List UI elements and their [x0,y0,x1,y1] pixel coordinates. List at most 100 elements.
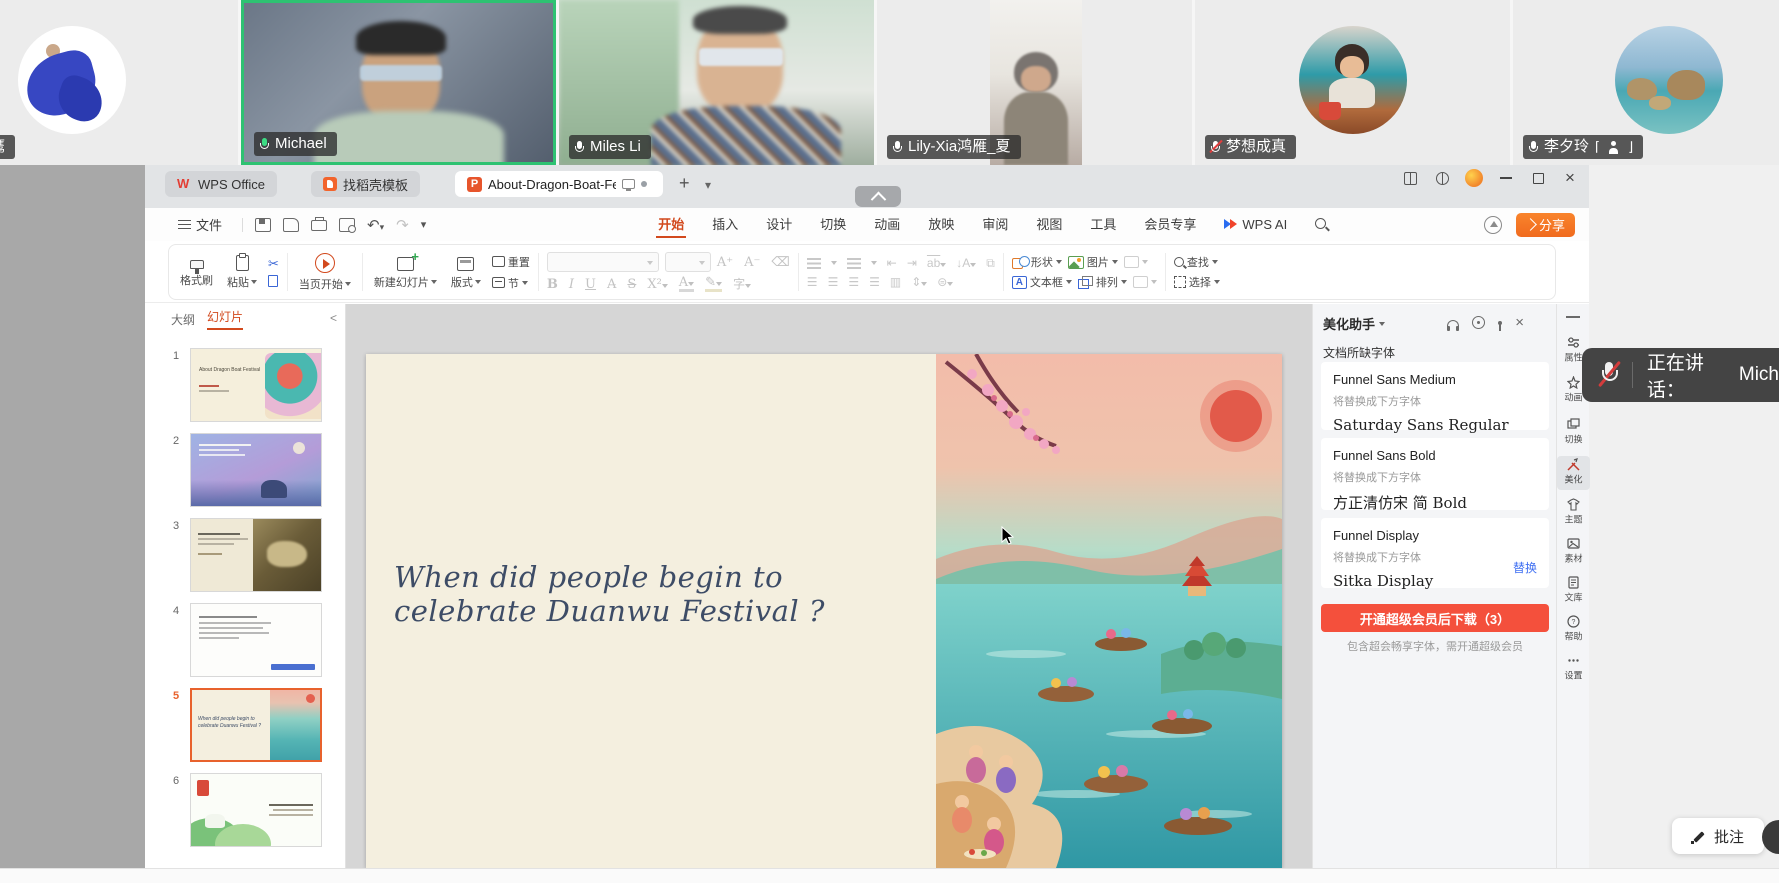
sidebar-item-settings[interactable]: 设置 [1557,652,1590,682]
settings-gear-icon[interactable] [1472,316,1485,329]
tab-view[interactable]: 视图 [1022,208,1076,241]
layout-button[interactable]: 版式 [448,254,484,290]
tab-tools[interactable]: 工具 [1076,208,1130,241]
copy-button[interactable] [268,275,278,287]
strikethrough-button[interactable]: S [627,278,636,291]
tab-transition[interactable]: 切换 [806,208,860,241]
slide-title-text[interactable]: When did people begin to celebrate Duanw… [394,560,874,628]
tab-slides[interactable]: 幻灯片 [207,308,243,330]
tab-review[interactable]: 审阅 [968,208,1022,241]
account-avatar[interactable] [1465,169,1483,187]
tab-design[interactable]: 设计 [752,208,806,241]
share-button[interactable]: 分享 [1516,213,1575,237]
collapse-sidebar-icon[interactable] [1566,316,1580,318]
collapse-panel-button[interactable]: < [330,311,337,325]
tab-insert[interactable]: 插入 [698,208,752,241]
layout-mode-icon[interactable] [1404,172,1417,185]
char-spacing-button[interactable]: A̶ [607,278,616,291]
tab-document-active[interactable]: P About-Dragon-Boat-Festiva [455,171,663,197]
tab-wps-ai[interactable]: WPS AI [1210,208,1301,241]
sidebar-item-transition[interactable]: 切换 [1557,416,1590,446]
format-painter-button[interactable]: 格式刷 [177,256,216,288]
save-icon[interactable] [255,218,271,232]
slide-thumbnail-4[interactable] [190,603,322,677]
close-panel-icon[interactable]: × [1515,314,1524,331]
tab-wps-office[interactable]: WPS Office [165,171,277,197]
new-tab-button[interactable]: + [679,173,690,194]
increase-font-button[interactable]: A⁺ [717,256,733,269]
underline-button[interactable]: U [585,278,596,291]
more-commands-dropdown[interactable]: ▾ [421,218,427,231]
tab-slideshow[interactable]: 放映 [914,208,968,241]
find-button[interactable]: 查找 [1174,254,1218,270]
sidebar-item-library[interactable]: 文库 [1557,574,1590,604]
slide-thumbnail-5-selected[interactable]: When did people begin tocelebrate Duanwu… [190,688,322,762]
chart-button-disabled[interactable] [1124,256,1148,268]
increase-indent-button[interactable]: ⇥ [907,256,917,270]
align-left-button[interactable]: ☰ [807,275,818,289]
member-download-button[interactable]: 开通超级会员后下载（3） [1321,604,1549,632]
justify-button[interactable]: ☰ [869,275,880,289]
print-icon[interactable] [311,220,327,231]
replace-link[interactable]: 替换 [1513,559,1537,576]
redo-button[interactable]: ↷ [396,216,409,234]
tab-list-dropdown[interactable]: ▾ [705,178,711,192]
export-icon[interactable] [283,218,299,232]
paste-button[interactable]: 粘贴 [224,254,260,290]
annotate-button[interactable]: 批注 [1672,818,1764,854]
panel-title-dropdown[interactable] [1379,322,1385,326]
columns-button[interactable]: ▥ [890,275,901,289]
select-button[interactable]: 选择 [1174,274,1220,290]
italic-button[interactable]: I [569,278,574,291]
sidebar-item-beautify-active[interactable]: 美化 [1557,456,1590,490]
bold-button[interactable]: B [547,278,558,291]
participant-tile[interactable]: 梦想成真 [1195,0,1510,165]
print-preview-icon[interactable] [339,218,355,232]
tab-member[interactable]: 会员专享 [1130,208,1210,241]
text-effect-button[interactable]: 字 [733,278,751,290]
bullet-list-button[interactable] [807,257,821,269]
picture-button[interactable]: 图片 [1068,254,1118,270]
merge-shapes-button-disabled[interactable] [1133,276,1157,288]
align-right-button[interactable]: ☰ [848,275,859,289]
undo-button[interactable]: ↶▾ [367,216,384,234]
decrease-indent-button[interactable]: ⇤ [887,256,897,270]
cut-button[interactable]: ✂ [268,257,279,270]
participant-tile[interactable]: 李夕玲 ⌈⌋ [1513,0,1779,165]
cloud-sync-icon[interactable] [1484,216,1502,234]
tab-animation[interactable]: 动画 [860,208,914,241]
convert-smartart-button[interactable]: ⧉ [986,256,995,271]
text-orientation-button[interactable]: ↓A [956,256,976,270]
reset-button[interactable]: 重置 [492,254,530,270]
numbered-list-button[interactable] [847,257,861,269]
slide-thumbnail-2[interactable] [190,433,322,507]
slide-text-placeholder[interactable]: When did people begin to celebrate Duanw… [366,354,936,868]
font-card[interactable]: Funnel Display 将替换成下方字体 Sitka Display 替换 [1321,518,1549,588]
tab-outline[interactable]: 大纲 [171,311,195,328]
maximize-button[interactable] [1529,169,1547,187]
minimize-button[interactable] [1497,169,1515,187]
slide-editing-area[interactable]: When did people begin to celebrate Duanw… [346,304,1312,868]
align-center-button[interactable]: ☰ [828,275,839,289]
sidebar-item-assets[interactable]: 素材 [1557,535,1590,565]
participant-tile-speaking[interactable]: Michael [241,0,556,165]
play-from-current-button[interactable]: 当页开始 [296,253,354,292]
slide-thumbnail-6[interactable] [190,773,322,847]
arrange-button[interactable]: 排列 [1078,274,1127,290]
font-size-select[interactable] [665,252,711,272]
tab-docer-templates[interactable]: 找稻壳模板 [311,171,420,197]
decrease-font-button[interactable]: A⁻ [744,256,760,269]
slide-thumbnail-1[interactable]: About Dragon Boat Festival [190,348,322,422]
text-direction-button[interactable]: ab [927,256,946,270]
slide-canvas[interactable]: When did people begin to celebrate Duanw… [366,354,1282,868]
highlight-button[interactable]: ✎ [705,276,722,292]
participant-tile[interactable]: Miles Li [559,0,874,165]
sidebar-item-help[interactable]: ? 帮助 [1557,613,1590,643]
sidebar-item-theme[interactable]: 主题 [1557,496,1590,526]
line-spacing-button[interactable]: ⇕ [911,275,927,289]
font-color-button[interactable]: A [679,276,694,292]
mic-muted-icon[interactable] [1598,360,1620,390]
apps-icon[interactable] [1436,172,1449,185]
close-button[interactable]: × [1561,169,1579,187]
tab-home[interactable]: 开始 [644,208,698,241]
